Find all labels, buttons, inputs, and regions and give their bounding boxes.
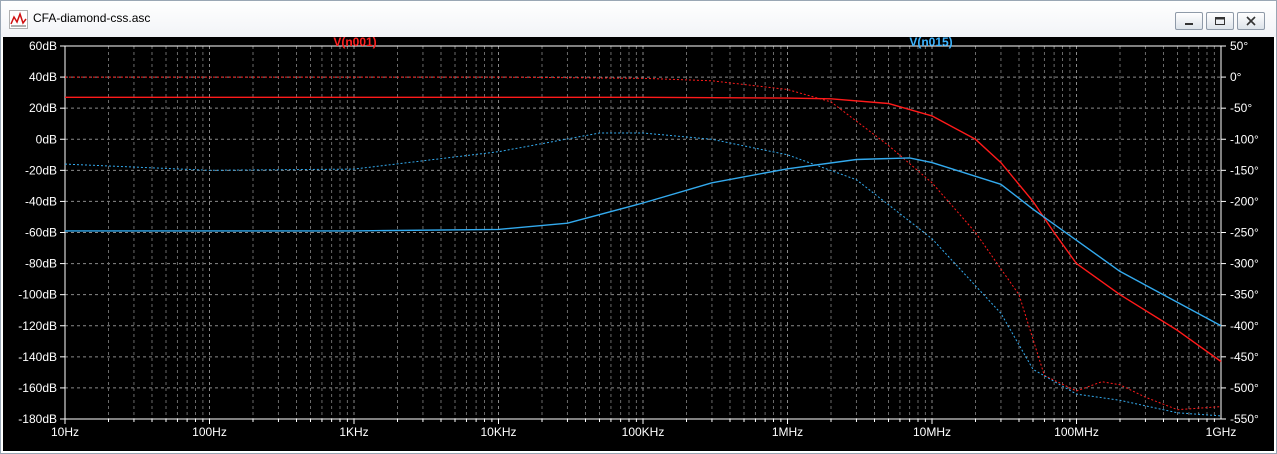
y-right-tick-label: -400° [1230, 319, 1259, 333]
y-left-tick-label: -140dB [18, 350, 57, 364]
y-right-tick-label: -100° [1230, 132, 1259, 146]
series-label-vn015: V(n015) [909, 37, 952, 49]
ltspice-plot-window: CFA-diamond-css.asc 60dB 40dB 20dB 0dB -20dB… [0, 0, 1277, 454]
x-tick-label: 100KHz [622, 425, 665, 439]
y-left-tick-label: -60dB [25, 226, 57, 240]
y-left-tick-label: -40dB [25, 194, 57, 208]
bode-chart: 60dB 40dB 20dB 0dB -20dB -40dB -60dB -80dB -100d… [18, 37, 1259, 439]
minimize-button[interactable] [1175, 12, 1203, 30]
y-right-tick-label: -200° [1230, 194, 1259, 208]
y-left-tick-label: -180dB [18, 412, 57, 426]
x-tick-label: 1KHz [339, 425, 368, 439]
x-tick-label: 1MHz [772, 425, 803, 439]
y-right-tick-label: 0° [1230, 70, 1242, 84]
y-right-tick-label: -50° [1230, 101, 1252, 115]
y-left-tick-label: -120dB [18, 319, 57, 333]
x-tick-label: 10MHz [913, 425, 951, 439]
x-tick-label: 100Hz [192, 425, 227, 439]
y-right-tick-label: -550° [1230, 412, 1259, 426]
y-left-tick-label: 40dB [29, 70, 57, 84]
y-right-tick-label: 50° [1230, 39, 1248, 53]
y-left-tick-label: -100dB [18, 288, 57, 302]
series-label-vn001: V(n001) [333, 37, 376, 49]
x-tick-label: 10Hz [51, 425, 79, 439]
close-icon [1246, 16, 1256, 26]
minimize-icon [1185, 23, 1193, 25]
y-right-tick-label: -150° [1230, 163, 1259, 177]
x-tick-label: 10KHz [480, 425, 516, 439]
x-tick-label: 100MHz [1054, 425, 1099, 439]
y-left-tick-label: 60dB [29, 39, 57, 53]
y-left-tick-label: -80dB [25, 257, 57, 271]
y-right-tick-label: -350° [1230, 288, 1259, 302]
y-left-tick-label: -160dB [18, 381, 57, 395]
y-right-tick-label: -500° [1230, 381, 1259, 395]
title-bar[interactable]: CFA-diamond-css.asc [1, 1, 1276, 37]
x-tick-label: 1GHz [1206, 425, 1237, 439]
y-left-tick-label: -20dB [25, 163, 57, 177]
y-right-tick-label: -300° [1230, 257, 1259, 271]
y-right-tick-label: -250° [1230, 226, 1259, 240]
window-title: CFA-diamond-css.asc [33, 11, 151, 25]
waveform-app-icon [9, 10, 28, 29]
y-left-tick-label: 0dB [36, 132, 57, 146]
y-left-tick-label: 20dB [29, 101, 57, 115]
restore-button[interactable] [1206, 12, 1234, 30]
restore-icon [1215, 17, 1225, 25]
y-right-tick-label: -450° [1230, 350, 1259, 364]
plot-pane[interactable]: 60dB 40dB 20dB 0dB -20dB -40dB -60dB -80dB -100d… [3, 37, 1274, 451]
close-button[interactable] [1237, 12, 1265, 30]
